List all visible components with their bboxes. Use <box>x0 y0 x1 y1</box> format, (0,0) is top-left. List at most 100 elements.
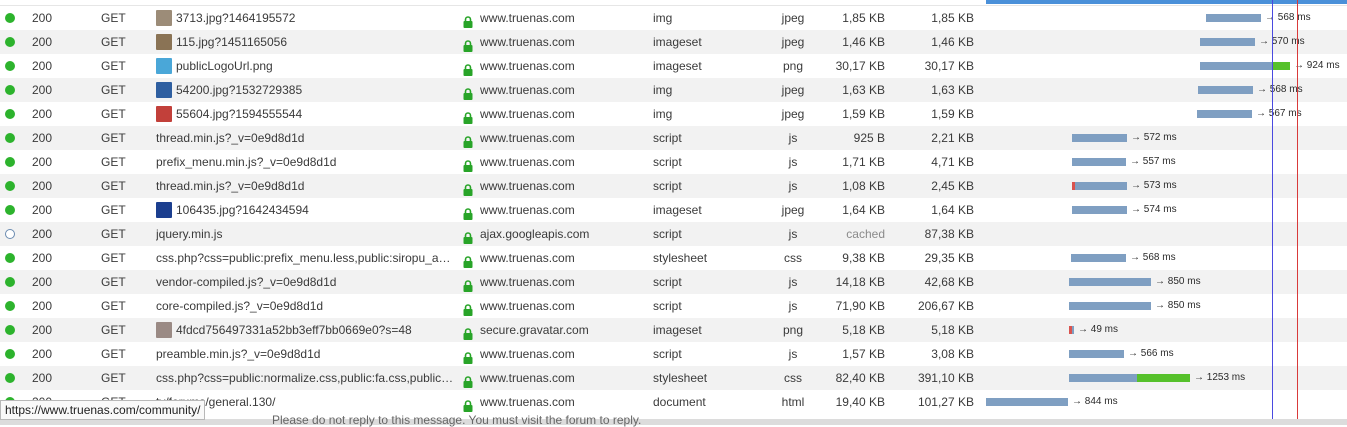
resource-size: 2,21 KB <box>931 131 974 145</box>
status-code: 200 <box>32 275 53 289</box>
status-code: 200 <box>32 299 53 313</box>
request-row[interactable]: 200 GET css.php?css=public:prefix_menu.les… <box>0 246 1347 270</box>
status-code: 200 <box>32 35 53 49</box>
content-type: js <box>788 275 798 289</box>
transferred-size: 30,17 KB <box>835 59 885 73</box>
lock-icon <box>462 276 474 292</box>
timing-bar <box>1069 326 1074 334</box>
status-indicator-icon <box>5 373 15 383</box>
request-method: GET <box>101 35 126 49</box>
waterfall-header-bar <box>986 0 1347 4</box>
status-indicator-icon <box>5 205 15 215</box>
resource-size: 1,63 KB <box>931 83 974 97</box>
domain: www.truenas.com <box>480 275 575 289</box>
cause: script <box>653 131 682 145</box>
domain: www.truenas.com <box>480 155 575 169</box>
request-row[interactable]: 200 GET 115.jpg?1451165056 www.truenas.com i… <box>0 30 1347 54</box>
request-row[interactable]: 200 GET preamble.min.js?_v=0e9d8d1d www.tru… <box>0 342 1347 366</box>
file-name: publicLogoUrl.png <box>176 59 273 73</box>
request-row[interactable]: 200 GET 54200.jpg?1532729385 www.truenas.co… <box>0 78 1347 102</box>
request-row[interactable]: 200 GET 55604.jpg?1594555544 www.truenas.co… <box>0 102 1347 126</box>
file-name: jquery.min.js <box>156 227 223 241</box>
request-row[interactable]: 200 GET 3713.jpg?1464195572 www.truenas.com… <box>0 6 1347 30</box>
request-method: GET <box>101 131 126 145</box>
content-type: js <box>788 179 798 193</box>
cause: stylesheet <box>653 371 708 385</box>
status-code: 200 <box>32 155 53 169</box>
status-indicator-icon <box>5 349 15 359</box>
timing-blocked-segment <box>1069 326 1072 334</box>
thumbnail-image <box>156 202 172 218</box>
request-row[interactable]: 200 GET thread.min.js?_v=0e9d8d1d www.truen… <box>0 174 1347 198</box>
request-row[interactable]: 200 GET prefix_menu.min.js?_v=0e9d8d1d www.… <box>0 150 1347 174</box>
lock-icon <box>462 204 474 220</box>
request-method: GET <box>101 179 126 193</box>
content-type: jpeg <box>781 11 805 25</box>
waterfall-cell: → 844 ms <box>986 390 1347 414</box>
request-method: GET <box>101 371 126 385</box>
timing-duration: → 49 ms <box>1078 324 1119 335</box>
domain: www.truenas.com <box>480 347 575 361</box>
content-type: js <box>788 299 798 313</box>
resource-size: 29,35 KB <box>924 251 974 265</box>
request-row[interactable]: 200 GET 106435.jpg?1642434594 www.truenas.c… <box>0 198 1347 222</box>
content-type: js <box>788 227 798 241</box>
cause: document <box>653 395 706 409</box>
transferred-size: 925 B <box>853 131 885 145</box>
lock-icon <box>462 324 474 340</box>
file-name: 4fdcd756497331a52bb3eff7bb0669e0?s=48 <box>176 323 412 337</box>
request-row[interactable]: 200 GET vendor-compiled.js?_v=0e9d8d1d www.… <box>0 270 1347 294</box>
transferred-size: 1,08 KB <box>842 179 885 193</box>
resource-size: 1,64 KB <box>931 203 974 217</box>
timing-bar <box>986 398 1068 406</box>
timing-bar <box>1197 110 1252 118</box>
status-indicator-icon <box>5 301 15 311</box>
file-name: 115.jpg?1451165056 <box>176 35 287 49</box>
waterfall-cell: → 568 ms <box>986 78 1347 102</box>
content-type: jpeg <box>781 83 805 97</box>
request-row[interactable]: 200 GET thread.min.js?_v=0e9d8d1d www.truen… <box>0 126 1347 150</box>
cause: script <box>653 275 682 289</box>
domain: www.truenas.com <box>480 251 575 265</box>
request-row[interactable]: 200 GET core-compiled.js?_v=0e9d8d1d www.tr… <box>0 294 1347 318</box>
timing-bar <box>1069 350 1124 358</box>
domain: www.truenas.com <box>480 107 575 121</box>
status-indicator-icon <box>5 85 15 95</box>
waterfall-cell <box>986 222 1347 246</box>
transferred-size: 5,18 KB <box>842 323 885 337</box>
file-name: thread.min.js?_v=0e9d8d1d <box>156 131 305 145</box>
transferred-size: 71,90 KB <box>835 299 885 313</box>
domain: www.truenas.com <box>480 11 575 25</box>
resource-size: 2,45 KB <box>931 179 974 193</box>
status-code: 200 <box>32 107 53 121</box>
status-indicator-icon <box>5 157 15 167</box>
cause: script <box>653 155 682 169</box>
resource-size: 87,38 KB <box>924 227 974 241</box>
timing-bar <box>1206 14 1261 22</box>
resource-size: 1,46 KB <box>931 35 974 49</box>
content-type: js <box>788 131 798 145</box>
timing-duration: → 924 ms <box>1294 60 1340 71</box>
lock-icon <box>462 36 474 52</box>
resource-size: 1,59 KB <box>931 107 974 121</box>
domain: www.truenas.com <box>480 83 575 97</box>
request-row[interactable]: 200 GET css.php?css=public:normalize.css,p… <box>0 366 1347 390</box>
transferred-size: 1,71 KB <box>842 155 885 169</box>
request-row[interactable]: 200 GET 4fdcd756497331a52bb3eff7bb0669e0?s… <box>0 318 1347 342</box>
timing-bar <box>1198 86 1253 94</box>
timing-duration: → 850 ms <box>1155 276 1201 287</box>
content-type: css <box>784 371 802 385</box>
timing-duration: → 573 ms <box>1131 180 1177 191</box>
request-method: GET <box>101 83 126 97</box>
request-method: GET <box>101 203 126 217</box>
file-name: preamble.min.js?_v=0e9d8d1d <box>156 347 321 361</box>
request-row[interactable]: 200 GET jquery.min.js ajax.googleapis.com sc… <box>0 222 1347 246</box>
status-code: 200 <box>32 59 53 73</box>
cause: imageset <box>653 59 702 73</box>
lock-icon <box>462 348 474 364</box>
request-method: GET <box>101 275 126 289</box>
file-name: 54200.jpg?1532729385 <box>176 83 303 97</box>
domain: www.truenas.com <box>480 35 575 49</box>
request-row[interactable]: 200 GET publicLogoUrl.png www.truenas.com im… <box>0 54 1347 78</box>
lock-icon <box>462 108 474 124</box>
